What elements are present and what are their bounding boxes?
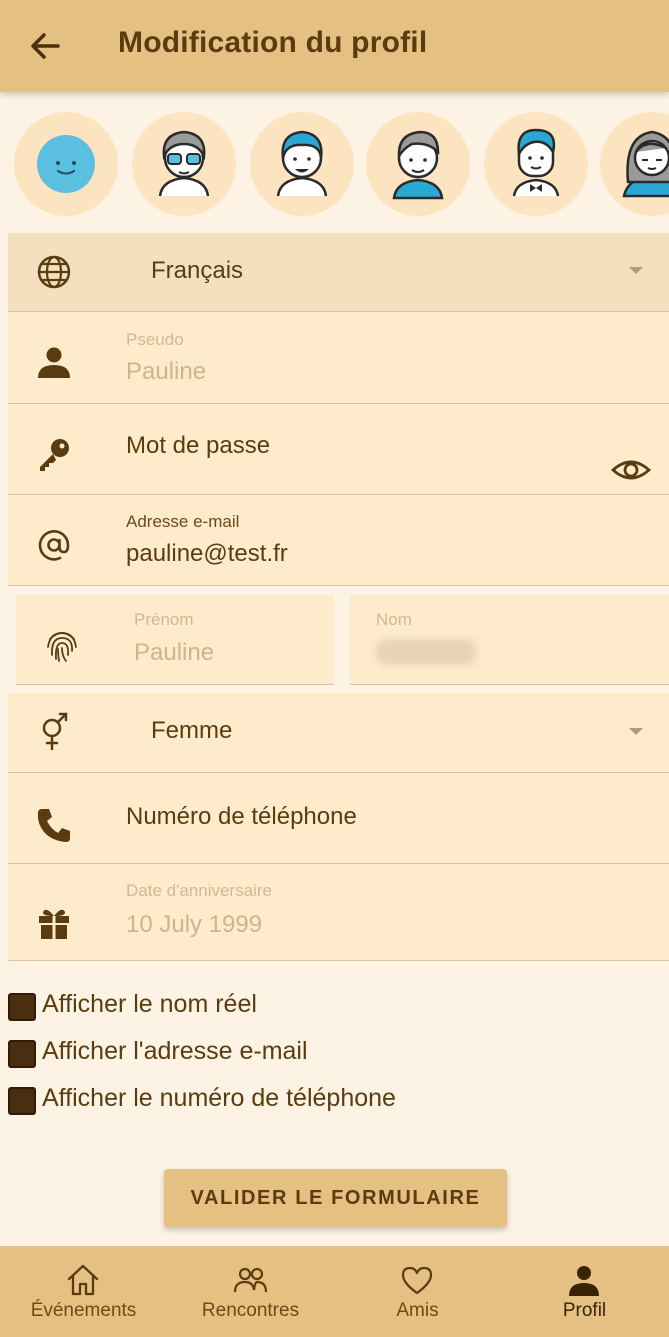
arrow-left-icon[interactable] [24, 26, 68, 66]
heart-icon [401, 1266, 433, 1295]
home-icon [67, 1264, 99, 1296]
avatar-glasses[interactable] [132, 112, 236, 216]
chevron-down-icon [629, 267, 643, 274]
lastname-value-blurred [376, 639, 476, 665]
birthday-field[interactable]: Date d'anniversaire 10 July 1999 [8, 864, 669, 961]
at-sign-icon [34, 525, 74, 565]
language-select[interactable]: Français [8, 233, 669, 312]
checkbox[interactable] [8, 1087, 36, 1115]
nav-label: Amis [396, 1300, 439, 1321]
gift-icon [34, 902, 74, 942]
nav-label: Événements [30, 1300, 137, 1321]
phone-icon [34, 805, 74, 845]
gender-icon [34, 712, 74, 752]
show-phone-checkbox[interactable]: Afficher le numéro de téléphone [8, 1082, 508, 1118]
nav-label: Profil [562, 1300, 607, 1321]
fingerprint-icon [42, 625, 82, 665]
firstname-label: Prénom [134, 610, 194, 629]
phone-placeholder: Numéro de téléphone [126, 803, 357, 830]
nav-item-friends[interactable]: Amis [334, 1246, 501, 1337]
nav-item-events[interactable]: Événements [0, 1246, 167, 1337]
pseudo-value: Pauline [126, 358, 207, 385]
gender-value: Femme [151, 717, 233, 744]
avatar-grey-hair[interactable] [366, 112, 470, 216]
checkbox-label: Afficher le nom réel [42, 990, 257, 1018]
email-value: pauline@test.fr [126, 540, 288, 567]
globe-icon [34, 252, 74, 292]
firstname-field[interactable]: Prénom Pauline [16, 595, 334, 685]
password-placeholder: Mot de passe [126, 432, 271, 459]
gender-select[interactable]: Femme [8, 693, 669, 773]
firstname-value: Pauline [134, 639, 215, 666]
lastname-label: Nom [376, 610, 412, 629]
language-value: Français [151, 257, 244, 284]
app-bar: Modification du profil [0, 0, 669, 92]
submit-button[interactable]: VALIDER LE FORMULAIRE [164, 1169, 507, 1227]
avatar-smiley[interactable] [14, 112, 118, 216]
nav-item-profile[interactable]: Profil [501, 1246, 668, 1337]
checkbox-label: Afficher le numéro de téléphone [42, 1084, 396, 1112]
people-icon [233, 1267, 268, 1293]
avatar-woman-grey[interactable] [600, 112, 669, 216]
email-label: Adresse e-mail [126, 512, 240, 531]
avatar-blue-hair[interactable] [250, 112, 354, 216]
email-field[interactable]: Adresse e-mail pauline@test.fr [8, 495, 669, 586]
avatar-picker [0, 110, 669, 220]
checkbox[interactable] [8, 1040, 36, 1068]
birthday-label: Date d'anniversaire [126, 881, 272, 900]
checkbox[interactable] [8, 993, 36, 1021]
pseudo-field[interactable]: Pseudo Pauline [8, 312, 669, 404]
page-title: Modification du profil [118, 26, 428, 59]
eye-icon[interactable] [610, 450, 652, 490]
phone-field[interactable]: Numéro de téléphone [8, 773, 669, 864]
pseudo-label: Pseudo [126, 330, 184, 349]
birthday-value: 10 July 1999 [126, 911, 263, 938]
person-icon [569, 1266, 599, 1296]
key-icon [34, 434, 74, 474]
person-icon [34, 342, 74, 382]
lastname-field[interactable]: Nom [350, 595, 669, 685]
avatar-blue-bowtie[interactable] [484, 112, 588, 216]
nav-label: Rencontres [201, 1300, 300, 1321]
show-email-checkbox[interactable]: Afficher l'adresse e-mail [8, 1035, 508, 1071]
show-real-name-checkbox[interactable]: Afficher le nom réel [8, 988, 508, 1024]
password-field[interactable]: Mot de passe [8, 404, 669, 495]
checkbox-label: Afficher l'adresse e-mail [42, 1037, 308, 1065]
chevron-down-icon [629, 728, 643, 735]
nav-item-meetings[interactable]: Rencontres [167, 1246, 334, 1337]
bottom-navigation: Événements Rencontres Amis Profil [0, 1246, 669, 1337]
